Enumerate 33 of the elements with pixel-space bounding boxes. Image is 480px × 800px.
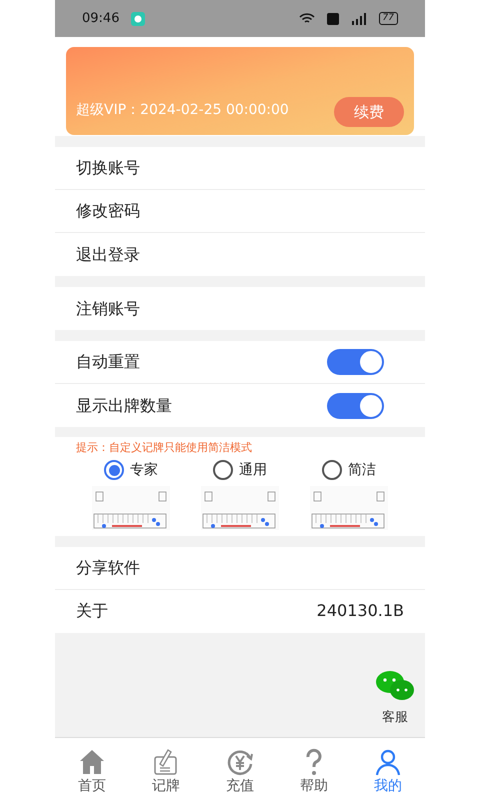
mode-radio[interactable]: 简洁 bbox=[322, 460, 376, 480]
toggle-switch[interactable] bbox=[327, 349, 384, 375]
menu-item-label: 自动重置 bbox=[76, 351, 140, 373]
yen-refresh-icon bbox=[226, 748, 254, 776]
hd-icon bbox=[326, 12, 339, 24]
hint-text: 提示：自定义记牌只能使用简洁模式 bbox=[76, 440, 253, 456]
home-icon bbox=[78, 748, 106, 776]
menu-item-label[interactable]: 退出登录 bbox=[76, 242, 140, 266]
menu-item-label: 关于 bbox=[76, 600, 108, 622]
pencil-note-icon bbox=[152, 748, 180, 776]
menu-item-label[interactable]: 注销账号 bbox=[76, 296, 140, 320]
mode-radio[interactable]: 通用 bbox=[213, 460, 267, 480]
menu-item-label: 显示出牌数量 bbox=[76, 394, 172, 416]
menu-item-label[interactable]: 分享软件 bbox=[76, 556, 140, 580]
user-icon bbox=[374, 748, 402, 776]
nav-tab[interactable]: 我的 bbox=[351, 738, 425, 800]
app-notification-icon bbox=[131, 12, 146, 26]
signal-icon bbox=[350, 12, 367, 24]
clock-text: 09:46 bbox=[82, 10, 120, 28]
chat-bubbles-icon bbox=[375, 670, 415, 702]
menu-item-label[interactable]: 切换账号 bbox=[76, 156, 140, 180]
battery-indicator: 77 bbox=[378, 12, 398, 25]
nav-tab[interactable]: 首页 bbox=[55, 738, 129, 800]
nav-tab[interactable]: 记牌 bbox=[129, 738, 203, 800]
nav-tab[interactable]: 帮助 bbox=[277, 738, 351, 800]
toggle-switch[interactable] bbox=[327, 392, 384, 418]
menu-item-label[interactable]: 修改密码 bbox=[76, 199, 140, 223]
customer-service-button[interactable]: 客服 bbox=[375, 670, 415, 727]
vip-expiry-text: 超级VIP：2024-02-25 00:00:00 bbox=[76, 101, 289, 120]
version-text: 240130.1B bbox=[316, 600, 404, 622]
mode-radio[interactable]: 专家 bbox=[104, 460, 158, 480]
nav-tab[interactable]: 充值 bbox=[203, 738, 277, 800]
wifi-icon bbox=[298, 12, 315, 24]
